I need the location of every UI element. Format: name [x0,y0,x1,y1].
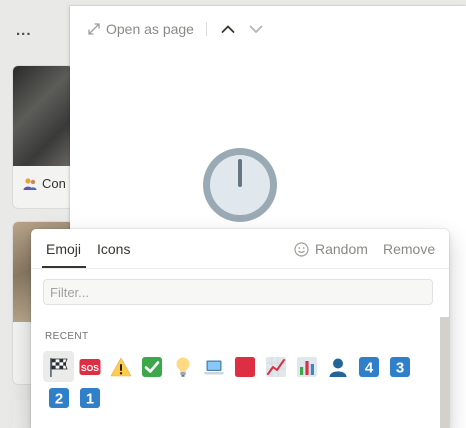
keycap-1-icon: 1 [79,387,100,408]
check-mark-button-icon [141,356,162,377]
keycap-digit: 1 [85,390,93,407]
red-square-icon [234,356,255,377]
smile-icon [294,241,309,257]
emoji-warning[interactable] [105,351,136,382]
emoji-check-mark-button[interactable] [136,351,167,382]
picker-scrollbar[interactable] [440,317,449,428]
sos-icon: SOS [79,358,100,375]
card-caption: Con [13,166,73,191]
chequered-flag-icon [49,357,68,377]
recent-section-label: RECENT [45,331,89,342]
emoji-keycap-2[interactable]: 2 [43,382,74,413]
board-menu-dots[interactable]: ... [16,22,32,39]
people-icon [23,177,37,190]
emoji-chequered-flag[interactable] [43,351,74,382]
emoji-sos[interactable]: SOS [74,351,105,382]
clock-twelve-icon[interactable] [201,146,279,224]
emoji-row: SOS 4 3 [43,351,433,382]
keycap-2-icon: 2 [48,387,69,408]
chart-increasing-icon [265,356,286,377]
next-page-button[interactable] [247,20,265,38]
active-tab-indicator [42,266,86,268]
card-cover-image [13,66,73,166]
keycap-3-icon: 3 [389,356,410,377]
emoji-keycap-4[interactable]: 4 [353,351,384,382]
remove-button[interactable]: Remove [383,241,435,257]
toolbar-divider [205,22,207,36]
random-button[interactable]: Random [294,241,368,257]
board-card[interactable]: Con [13,66,73,208]
chevron-up-icon [221,25,235,33]
light-bulb-icon [176,357,189,377]
keycap-4-icon: 4 [358,356,379,377]
keycap-digit: 3 [395,359,403,376]
emoji-bust-in-silhouette[interactable] [322,351,353,382]
random-label: Random [315,241,368,257]
tab-emoji[interactable]: Emoji [46,241,81,257]
previous-page-button[interactable] [219,20,237,38]
bust-in-silhouette-icon [329,358,346,377]
bar-chart-icon [296,356,317,377]
chevron-down-icon [249,25,263,34]
expand-arrows-icon [88,23,100,35]
tab-icons[interactable]: Icons [97,241,130,257]
emoji-keycap-3[interactable]: 3 [384,351,415,382]
open-as-page-label: Open as page [106,21,194,37]
sos-text: SOS [81,363,99,373]
emoji-chart-increasing[interactable] [260,351,291,382]
emoji-bar-chart[interactable] [291,351,322,382]
keycap-digit: 4 [364,359,373,376]
emoji-laptop[interactable] [198,351,229,382]
emoji-filter-input[interactable] [43,279,433,305]
emoji-row: 2 1 [43,382,433,413]
recent-emoji-grid: SOS 4 3 2 1 [43,351,433,413]
emoji-light-bulb[interactable] [167,351,198,382]
keycap-digit: 2 [54,390,62,407]
card-title: Con [42,176,66,191]
emoji-picker-popover: Emoji Icons Random Remove RECENT [31,229,449,428]
picker-tab-bar: Emoji Icons Random Remove [31,229,449,269]
emoji-red-square[interactable] [229,351,260,382]
emoji-keycap-1[interactable]: 1 [74,382,105,413]
warning-icon [110,357,131,376]
open-as-page-button[interactable]: Open as page [88,21,194,37]
laptop-icon [203,360,224,374]
peek-toolbar: Open as page [88,18,275,40]
